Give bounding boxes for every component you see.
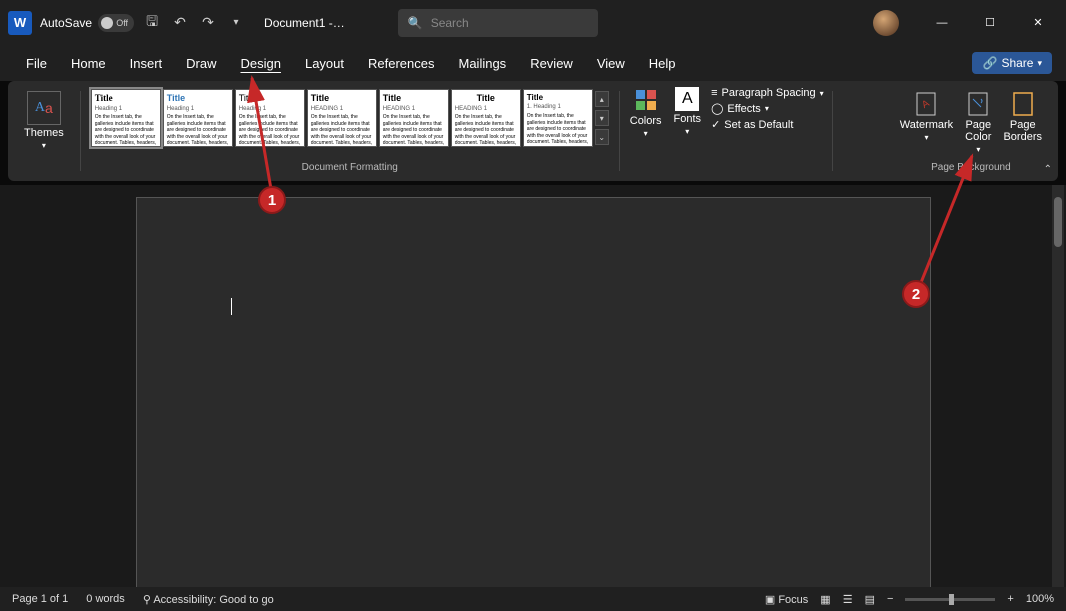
autosave-toggle[interactable]: AutoSave Off (40, 14, 134, 32)
maximize-button[interactable]: ☐ (970, 8, 1010, 38)
page-count[interactable]: Page 1 of 1 (12, 593, 68, 605)
divider (80, 91, 81, 171)
checkmark-icon: ✓ (711, 118, 720, 131)
save-icon[interactable]: 🖫 (142, 13, 162, 33)
divider (832, 91, 833, 171)
fonts-button[interactable]: A Fonts▾ (668, 85, 708, 177)
autosave-label: AutoSave (40, 16, 92, 30)
paragraph-spacing-button[interactable]: ≡Paragraph Spacing▾ (711, 87, 824, 99)
scroll-down-icon[interactable]: ▾ (595, 110, 609, 126)
themes-group: Aa Themes ▾ (12, 85, 76, 177)
tab-review[interactable]: Review (518, 50, 585, 77)
share-button[interactable]: 🔗 Share ▾ (972, 52, 1052, 74)
focus-mode-button[interactable]: ▣ Focus (765, 593, 808, 606)
tab-draw[interactable]: Draw (174, 50, 228, 77)
share-icon: 🔗 (982, 56, 997, 70)
tab-layout[interactable]: Layout (293, 50, 356, 77)
ribbon-tabs: File Home Insert Draw Design Layout Refe… (0, 45, 1066, 81)
accessibility-icon: ⚲ (143, 594, 151, 606)
effects-button[interactable]: ◯Effects▾ (711, 102, 824, 115)
set-default-button[interactable]: ✓Set as Default (711, 118, 824, 131)
view-print-icon[interactable]: ▦ (820, 593, 830, 606)
word-count[interactable]: 0 words (86, 593, 125, 605)
document-page[interactable] (136, 197, 931, 587)
redo-icon[interactable]: ↷ (198, 13, 218, 33)
callout-1: 1 (258, 186, 286, 214)
watermark-icon: A (913, 91, 939, 117)
minimize-button[interactable]: — (922, 8, 962, 38)
app-icon: W (8, 11, 32, 35)
view-read-icon[interactable]: ☰ (843, 593, 853, 606)
chevron-down-icon: ▾ (42, 141, 46, 150)
document-area (0, 185, 1066, 587)
page-borders-icon (1010, 91, 1036, 117)
watermark-button[interactable]: A Watermark▾ (894, 89, 959, 156)
title-bar: W AutoSave Off 🖫 ↶ ↷ ▾ Document1 -… 🔍 Se… (0, 0, 1066, 45)
page-borders-button[interactable]: Page Borders (997, 89, 1048, 156)
tab-home[interactable]: Home (59, 50, 118, 77)
scrollbar-thumb[interactable] (1054, 197, 1062, 247)
tab-view[interactable]: View (585, 50, 637, 77)
status-bar: Page 1 of 1 0 words ⚲ Accessibility: Goo… (0, 587, 1066, 611)
document-formatting-group: TitleHeading 1On the Insert tab, the gal… (85, 85, 615, 177)
vertical-scrollbar[interactable] (1052, 185, 1064, 587)
search-placeholder: Search (431, 16, 469, 30)
themes-button[interactable]: Aa Themes ▾ (18, 89, 70, 152)
group-label: Document Formatting (302, 162, 398, 173)
colors-button[interactable]: Colors▾ (624, 85, 668, 177)
collapse-ribbon-icon[interactable]: ⌃ (1044, 164, 1052, 175)
page-color-button[interactable]: Page Color▾ (959, 89, 997, 156)
close-button[interactable]: ✕ (1018, 8, 1058, 38)
style-thumb[interactable]: TitleHeading 1On the Insert tab, the gal… (91, 89, 161, 147)
style-thumb[interactable]: TitleHEADING 1On the Insert tab, the gal… (451, 89, 521, 147)
paragraph-spacing-icon: ≡ (711, 87, 717, 99)
themes-icon: Aa (27, 91, 61, 125)
undo-icon[interactable]: ↶ (170, 13, 190, 33)
search-input[interactable]: 🔍 Search (398, 9, 598, 37)
tab-file[interactable]: File (14, 50, 59, 77)
user-avatar[interactable] (873, 10, 899, 36)
style-gallery[interactable]: TitleHeading 1On the Insert tab, the gal… (91, 89, 593, 147)
zoom-level[interactable]: 100% (1026, 593, 1054, 605)
callout-2: 2 (902, 280, 930, 308)
tab-references[interactable]: References (356, 50, 446, 77)
ribbon: Aa Themes ▾ TitleHeading 1On the Insert … (8, 81, 1058, 181)
chevron-down-icon: ▾ (1037, 58, 1042, 69)
zoom-in-button[interactable]: + (1007, 593, 1013, 605)
text-cursor (231, 298, 232, 315)
page-color-icon (965, 91, 991, 117)
group-label: Page Background (931, 162, 1011, 173)
style-thumb[interactable]: TitleHEADING 1On the Insert tab, the gal… (379, 89, 449, 147)
expand-icon[interactable]: ⌄ (595, 129, 609, 145)
style-thumb[interactable]: TitleHeading 1On the Insert tab, the gal… (235, 89, 305, 147)
toggle-switch[interactable]: Off (98, 14, 134, 32)
tab-help[interactable]: Help (637, 50, 688, 77)
style-thumb[interactable]: Title1. Heading 1On the Insert tab, the … (523, 89, 593, 147)
scroll-up-icon[interactable]: ▴ (595, 91, 609, 107)
formatting-options: ≡Paragraph Spacing▾ ◯Effects▾ ✓Set as De… (707, 85, 828, 177)
colors-icon (633, 87, 659, 113)
qat-chevron-icon[interactable]: ▾ (226, 13, 246, 33)
style-thumb[interactable]: TitleHeading 1On the Insert tab, the gal… (163, 89, 233, 147)
tab-design[interactable]: Design (229, 50, 293, 77)
zoom-out-button[interactable]: − (887, 593, 893, 605)
tab-mailings[interactable]: Mailings (447, 50, 519, 77)
view-web-icon[interactable]: ▤ (865, 593, 875, 606)
formatting-buttons: Colors▾ A Fonts▾ ≡Paragraph Spacing▾ ◯Ef… (624, 85, 828, 177)
effects-icon: ◯ (711, 102, 723, 115)
style-thumb[interactable]: TitleHEADING 1On the Insert tab, the gal… (307, 89, 377, 147)
tab-insert[interactable]: Insert (118, 50, 175, 77)
accessibility-status[interactable]: ⚲ Accessibility: Good to go (143, 593, 274, 606)
fonts-icon: A (675, 87, 699, 111)
svg-text:A: A (921, 98, 933, 111)
divider (619, 91, 620, 171)
zoom-slider[interactable] (905, 598, 995, 601)
gallery-expand[interactable]: ▴ ▾ ⌄ (595, 89, 609, 147)
page-background-group: A Watermark▾ Page Color▾ Page Borders Pa… (888, 85, 1054, 177)
search-icon: 🔍 (408, 16, 423, 30)
document-title[interactable]: Document1 -… (264, 16, 345, 30)
